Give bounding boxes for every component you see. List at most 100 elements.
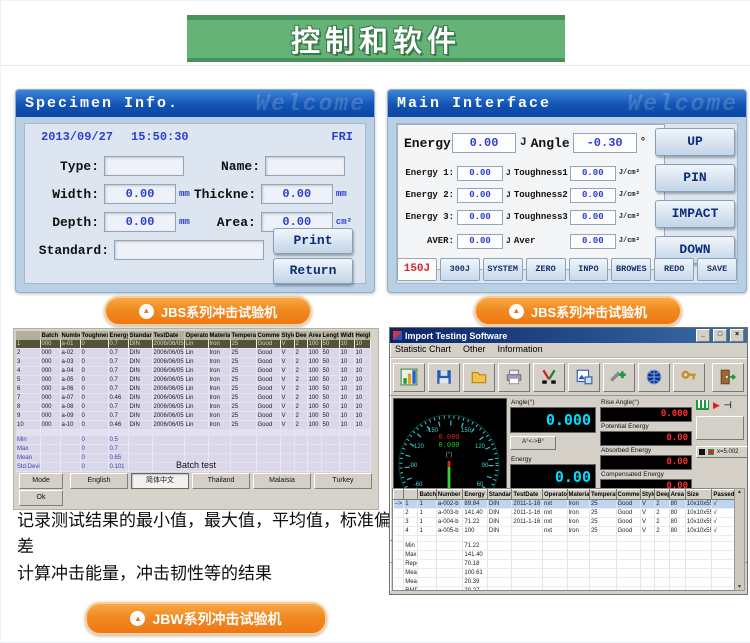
menu-information[interactable]: Information [498,344,543,357]
table-row[interactable]: 8000a-0800.7DIN2006/06/05LinIron25GoodV2… [16,403,370,412]
bottom-button-browes[interactable]: BROWES [611,258,651,281]
type-field[interactable] [104,156,184,176]
side-button-up[interactable]: UP [655,128,735,156]
window-title-bar[interactable]: Import Testing Software _ □ × [390,328,747,343]
save-icon[interactable] [428,363,460,392]
bottom-button-inpo[interactable]: INPO [569,258,609,281]
minimize-button[interactable]: _ [696,329,710,342]
table-row[interactable]: Min00.5 [16,436,370,445]
tools-icon[interactable] [603,363,635,392]
bottom-button-redo[interactable]: REDO [654,258,694,281]
energy1-field[interactable]: 0.00 [457,166,503,181]
table-cell [394,560,404,569]
print-button[interactable]: Print [273,228,353,254]
table-row[interactable]: BatchNumberToughnessEnergyStandardTestDa… [16,331,370,340]
key-icon[interactable] [673,363,705,392]
vertical-scrollbar[interactable]: ▲ ▼ [734,488,745,591]
toughness1-field[interactable]: 0.00 [570,166,616,181]
table-row[interactable]: 4000a-0400.7DIN2006/06/05LinIron25GoodV2… [16,367,370,376]
table-cell: 2011-1-16 [512,509,543,518]
angle-field[interactable]: -0.30 [573,133,637,153]
description-line-2: 计算冲击能量，冲击韧性等的结果 [17,561,391,587]
table-row[interactable]: 21a-003-b141.40DIN2011-1-16nxtIron25Good… [394,509,735,518]
scroll-up-icon[interactable]: ▲ [737,489,742,495]
open-folder-icon[interactable] [463,363,495,392]
table-row[interactable]: BatchNumberEnergyStandardTestDateOperato… [394,490,735,500]
table-row[interactable]: 41a-005-b100DINnxtIron25GoodV28010x10x55… [394,527,735,536]
statistics-icon[interactable] [393,363,425,392]
jbs-badge-left[interactable]: ▲ JBS系列冲击试验机 [104,296,312,326]
table-cell: 100.61 [463,569,488,578]
side-button-impact[interactable]: IMPACT [655,200,735,228]
table-row[interactable]: Max00.7 [16,445,370,454]
table-row[interactable]: -->11a-002-b89.84DIN2011-1-16nxtIron25Go… [394,500,735,509]
depth-field[interactable]: 0.00 [104,212,176,232]
energy-angle-row: Energy 0.00 J Angle -0.30 ° [404,133,660,153]
maximize-button[interactable]: □ [713,329,727,342]
angle-unit: ° [640,137,647,149]
table-cell: 2006/06/05 [152,358,184,367]
exit-icon[interactable] [712,363,744,392]
toughness3-field[interactable]: 0.00 [570,210,616,225]
toughness2-field[interactable]: 0.00 [570,188,616,203]
language-button-turkey[interactable]: Turkey [314,473,372,489]
table-row[interactable]: 3000a-0300.7DIN2006/06/05LinIron25GoodV2… [16,358,370,367]
jbw-badge[interactable]: ▲ JBW系列冲击试验机 [85,602,327,635]
run-icon[interactable]: ▶ [713,401,720,410]
table-row[interactable]: Min71.22 [394,542,735,551]
table-cell [339,445,354,454]
return-button[interactable]: Return [273,258,353,284]
close-button[interactable]: × [730,329,744,342]
table-row[interactable]: Max141.40 [394,551,735,560]
table-cell: 10 [339,403,354,412]
table-row[interactable]: 5000a-0500.7DIN2006/06/05LinIron25GoodV2… [16,376,370,385]
menu-statistic-chart[interactable]: Statistic Chart [395,344,451,357]
table-row[interactable]: 7000a-0700.46DIN2006/06/05LinIron25GoodV… [16,394,370,403]
table-row[interactable]: Repeatabili70.18 [394,560,735,569]
width-field[interactable]: 0.00 [104,184,176,204]
energy2-field[interactable]: 0.00 [457,188,503,203]
ab-toggle-button[interactable]: A°<->B° [510,436,556,450]
energy3-field[interactable]: 0.00 [457,210,503,225]
language-button-english[interactable]: English [70,473,128,489]
table-cell [394,578,404,587]
ok-button[interactable]: Ok [19,490,63,506]
bottom-button-zero[interactable]: ZERO [526,258,566,281]
toolbar [390,358,747,396]
bottom-button-150j[interactable]: 150J [397,258,437,281]
table-row[interactable]: 6000a-0600.7DIN2006/06/05LinIron25GoodV2… [16,385,370,394]
aver-field[interactable]: 0.00 [457,234,503,249]
table-row[interactable]: Mean Dev.20.39 [394,578,735,587]
thickness-field[interactable]: 0.00 [261,184,333,204]
jbs-badge-right[interactable]: ▲ JBS系列冲击试验机 [474,296,682,326]
table-cell: 000 [40,394,60,403]
table-row[interactable]: 10000a-1000.46DIN2006/06/05LinIron25Good… [16,421,370,430]
table-row[interactable]: 31a-004-b71.22DIN2011-1-16nxtIron25GoodV… [394,518,735,527]
energy-field[interactable]: 0.00 [452,133,516,153]
language-button-简体中文[interactable]: 简体中文 [131,473,189,489]
export-image-icon[interactable] [568,363,600,392]
print-icon[interactable] [498,363,530,392]
side-button-pin[interactable]: PIN [655,164,735,192]
calibrate-icon[interactable] [533,363,565,392]
bottom-button-300j[interactable]: 300J [440,258,480,281]
table-row[interactable]: 9000a-0900.7DIN2006/06/05LinIron25GoodV2… [16,412,370,421]
language-button-thailand[interactable]: Thailand [192,473,250,489]
bottom-button-save[interactable]: SAVE [697,258,737,281]
table-row[interactable]: Mean100.61 [394,569,735,578]
table-cell: Lin [184,376,208,385]
mode-button[interactable]: Mode [19,473,63,489]
language-button-malaisia[interactable]: Malaisia [253,473,311,489]
bottom-button-system[interactable]: SYSTEM [483,258,523,281]
name-field[interactable] [265,156,345,176]
scroll-down-icon[interactable]: ▼ [737,584,742,590]
table-cell [321,436,339,445]
svg-text:90: 90 [482,463,489,469]
menu-other[interactable]: Other [463,344,486,357]
table-row[interactable]: 1000a-0100.7DIN2006/06/05LinIron25GoodV2… [16,340,370,349]
network-icon[interactable] [638,363,670,392]
table-cell: Height [354,331,370,340]
table-row[interactable]: 2000a-0200.7DIN2006/06/05LinIron25GoodV2… [16,349,370,358]
aver2-field[interactable]: 0.00 [570,234,616,249]
standard-field[interactable] [114,240,264,260]
